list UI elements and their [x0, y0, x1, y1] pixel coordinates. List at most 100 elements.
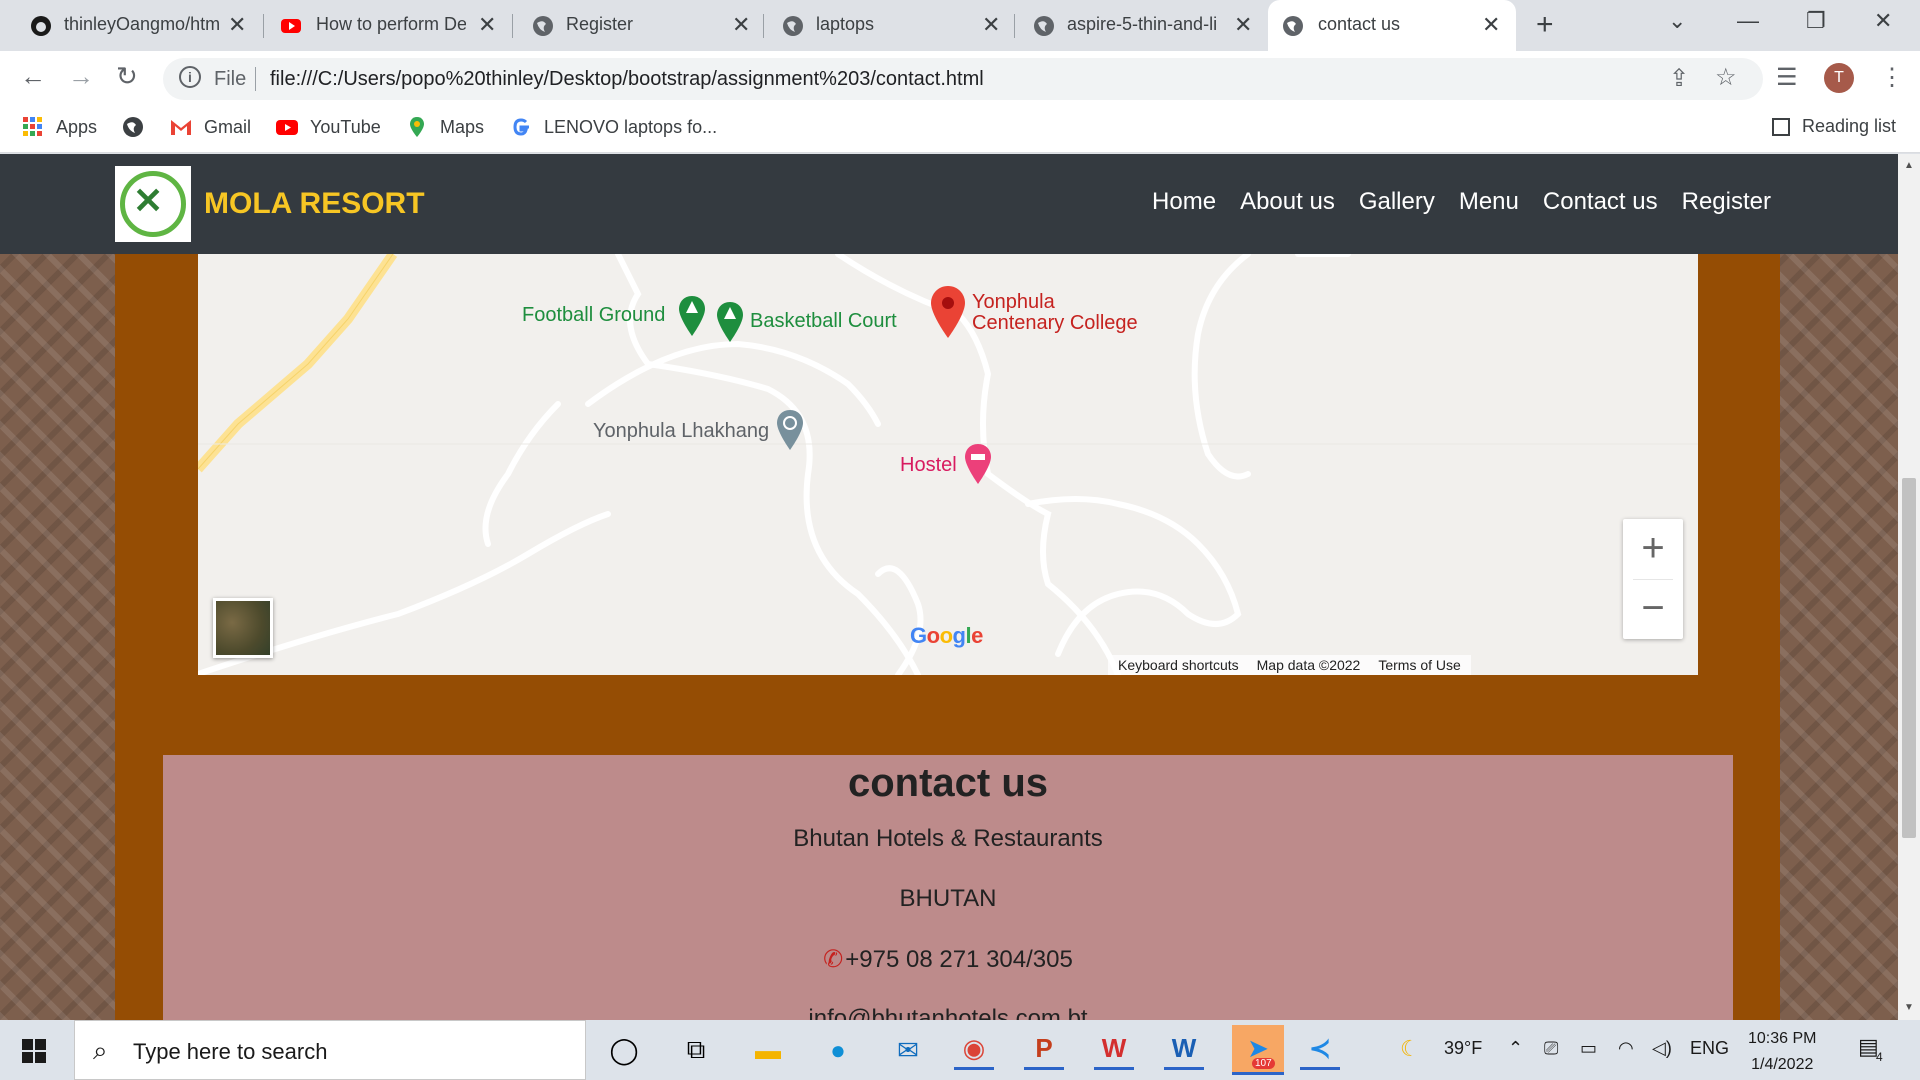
- close-icon[interactable]: ✕: [1234, 12, 1252, 38]
- embedded-map[interactable]: Football Ground Basketball Court Yonphul…: [198, 254, 1698, 675]
- telegram-badge: 107: [1252, 1058, 1275, 1069]
- tab-laptops[interactable]: laptops ✕: [750, 0, 1000, 51]
- bookmark-gmail[interactable]: Gmail: [170, 116, 251, 138]
- scroll-thumb[interactable]: [1902, 478, 1916, 838]
- contact-email[interactable]: info@bhutanhotels.com.bt: [163, 1005, 1733, 1020]
- close-icon[interactable]: ✕: [732, 12, 750, 38]
- close-icon[interactable]: ✕: [1482, 12, 1500, 38]
- contact-phone-row: ✆+975 08 271 304/305: [163, 945, 1733, 974]
- bookmark-apps[interactable]: Apps: [22, 116, 97, 138]
- tab-search-icon[interactable]: ⌄: [1668, 8, 1686, 34]
- meet-now-icon[interactable]: ⎚: [1544, 1038, 1558, 1059]
- reading-list-label: Reading list: [1802, 116, 1897, 136]
- keyboard-shortcuts-link[interactable]: Keyboard shortcuts: [1118, 657, 1239, 673]
- site-navbar: ✕ MOLA RESORT Home About us Gallery Menu…: [0, 154, 1898, 254]
- globe-icon: [533, 16, 553, 36]
- bookmark-lenovo[interactable]: LENOVO laptops fo...: [510, 116, 717, 138]
- new-tab-button[interactable]: +: [1536, 8, 1554, 42]
- powerpoint-icon[interactable]: P: [1024, 1030, 1064, 1070]
- tab-contact-us[interactable]: contact us ✕: [1268, 0, 1516, 51]
- bookmarks-bar: Apps Gmail YouTube Maps LENOVO laptops f…: [0, 103, 1920, 153]
- close-window-button[interactable]: ✕: [1874, 8, 1892, 34]
- system-clock[interactable]: 10:36 PM 1/4/2022: [1748, 1026, 1816, 1078]
- menu-dots-icon[interactable]: ⋮: [1880, 63, 1904, 92]
- search-icon: ⌕: [93, 1035, 108, 1065]
- cortana-icon[interactable]: ◯: [604, 1030, 644, 1070]
- tab-youtube[interactable]: How to perform De ✕: [250, 0, 500, 51]
- share-icon[interactable]: ⇪: [1669, 64, 1689, 93]
- page-viewport: ✕ MOLA RESORT Home About us Gallery Menu…: [0, 154, 1898, 1020]
- tab-aspire[interactable]: aspire-5-thin-and-li ✕: [1000, 0, 1258, 51]
- mail-icon[interactable]: ✉: [888, 1030, 928, 1070]
- weather-temp[interactable]: 39°F: [1444, 1038, 1482, 1059]
- satellite-toggle[interactable]: [213, 598, 273, 658]
- nav-about-us[interactable]: About us: [1240, 188, 1335, 216]
- restore-button[interactable]: ❐: [1806, 8, 1826, 34]
- weather-icon[interactable]: ☾: [1400, 1036, 1420, 1062]
- reading-list-icon: [1772, 117, 1790, 136]
- task-view-icon[interactable]: ⧉: [676, 1030, 716, 1070]
- map-poi-football-ground[interactable]: Football Ground: [522, 304, 665, 327]
- tab-title: How to perform De: [316, 14, 466, 34]
- bookmark-youtube[interactable]: YouTube: [276, 116, 381, 138]
- language-indicator[interactable]: ENG: [1690, 1038, 1729, 1059]
- map-poi-college[interactable]: Yonphula Centenary College: [972, 292, 1138, 334]
- media-control-icon[interactable]: ☰: [1776, 63, 1798, 92]
- page-scrollbar[interactable]: ▲ ▼: [1898, 154, 1920, 1020]
- wps-icon[interactable]: W: [1094, 1030, 1134, 1070]
- tab-title: aspire-5-thin-and-li: [1067, 14, 1218, 34]
- scroll-down-icon[interactable]: ▼: [1904, 1002, 1914, 1013]
- info-icon[interactable]: i: [179, 66, 201, 88]
- bookmark-star-icon[interactable]: ☆: [1715, 63, 1737, 92]
- close-icon[interactable]: ✕: [982, 12, 1000, 38]
- close-icon[interactable]: ✕: [478, 12, 496, 38]
- notification-count: 4: [1876, 1050, 1883, 1064]
- zoom-in-button[interactable]: +: [1623, 519, 1683, 579]
- nav-gallery[interactable]: Gallery: [1359, 188, 1435, 216]
- map-poi-basketball-court[interactable]: Basketball Court: [750, 310, 897, 333]
- scroll-up-icon[interactable]: ▲: [1904, 160, 1914, 171]
- profile-avatar[interactable]: T: [1824, 63, 1854, 93]
- close-icon[interactable]: ✕: [228, 12, 246, 38]
- word-icon[interactable]: W: [1164, 1030, 1204, 1070]
- nav-contact-us[interactable]: Contact us: [1543, 188, 1658, 216]
- zoom-out-button[interactable]: −: [1623, 579, 1683, 639]
- minimize-button[interactable]: —: [1737, 8, 1759, 34]
- show-hidden-icons[interactable]: ⌃: [1508, 1038, 1523, 1059]
- battery-icon[interactable]: ▭: [1580, 1038, 1597, 1059]
- file-explorer-icon[interactable]: ▬: [748, 1030, 788, 1070]
- site-brand[interactable]: MOLA RESORT: [204, 187, 425, 221]
- terms-of-use-link[interactable]: Terms of Use: [1378, 657, 1460, 673]
- nav-menu[interactable]: Menu: [1459, 188, 1519, 216]
- reading-list-button[interactable]: Reading list: [1772, 116, 1896, 137]
- windows-start-icon[interactable]: [22, 1039, 46, 1063]
- volume-icon[interactable]: ◁): [1652, 1038, 1672, 1059]
- taskbar-search[interactable]: ⌕ Type here to search: [74, 1020, 586, 1080]
- site-logo[interactable]: ✕: [115, 166, 191, 242]
- url-text[interactable]: file:///C:/Users/popo%20thinley/Desktop/…: [270, 68, 984, 91]
- tab-register[interactable]: Register ✕: [500, 0, 750, 51]
- zoom-controls: + −: [1623, 519, 1683, 639]
- nav-register[interactable]: Register: [1682, 188, 1771, 216]
- map-poi-lhakhang[interactable]: Yonphula Lhakhang: [593, 420, 769, 443]
- address-bar[interactable]: i File file:///C:/Users/popo%20thinley/D…: [163, 58, 1763, 100]
- back-button[interactable]: ←: [20, 61, 46, 92]
- google-logo: Google: [910, 623, 983, 648]
- map-poi-hostel[interactable]: Hostel: [900, 454, 957, 477]
- poi-label-line1: Yonphula: [972, 291, 1055, 313]
- forward-button[interactable]: →: [68, 61, 94, 92]
- chrome-icon[interactable]: ◉: [954, 1030, 994, 1070]
- vscode-icon[interactable]: ≺: [1300, 1030, 1340, 1070]
- clock-date: 1/4/2022: [1751, 1056, 1814, 1073]
- bookmark-globe[interactable]: [122, 116, 156, 138]
- fork-knife-icon: ✕: [133, 180, 164, 221]
- nav-home[interactable]: Home: [1152, 188, 1216, 216]
- wifi-icon[interactable]: ◠: [1618, 1038, 1634, 1059]
- contact-section: contact us Bhutan Hotels & Restaurants B…: [163, 755, 1733, 1020]
- bookmark-maps[interactable]: Maps: [406, 116, 484, 138]
- globe-icon: [123, 117, 143, 137]
- globe-icon: [783, 16, 803, 36]
- reload-button[interactable]: ↻: [116, 61, 138, 92]
- edge-icon[interactable]: ●: [818, 1030, 858, 1070]
- tab-github[interactable]: thinleyOangmo/htm ✕: [0, 0, 260, 51]
